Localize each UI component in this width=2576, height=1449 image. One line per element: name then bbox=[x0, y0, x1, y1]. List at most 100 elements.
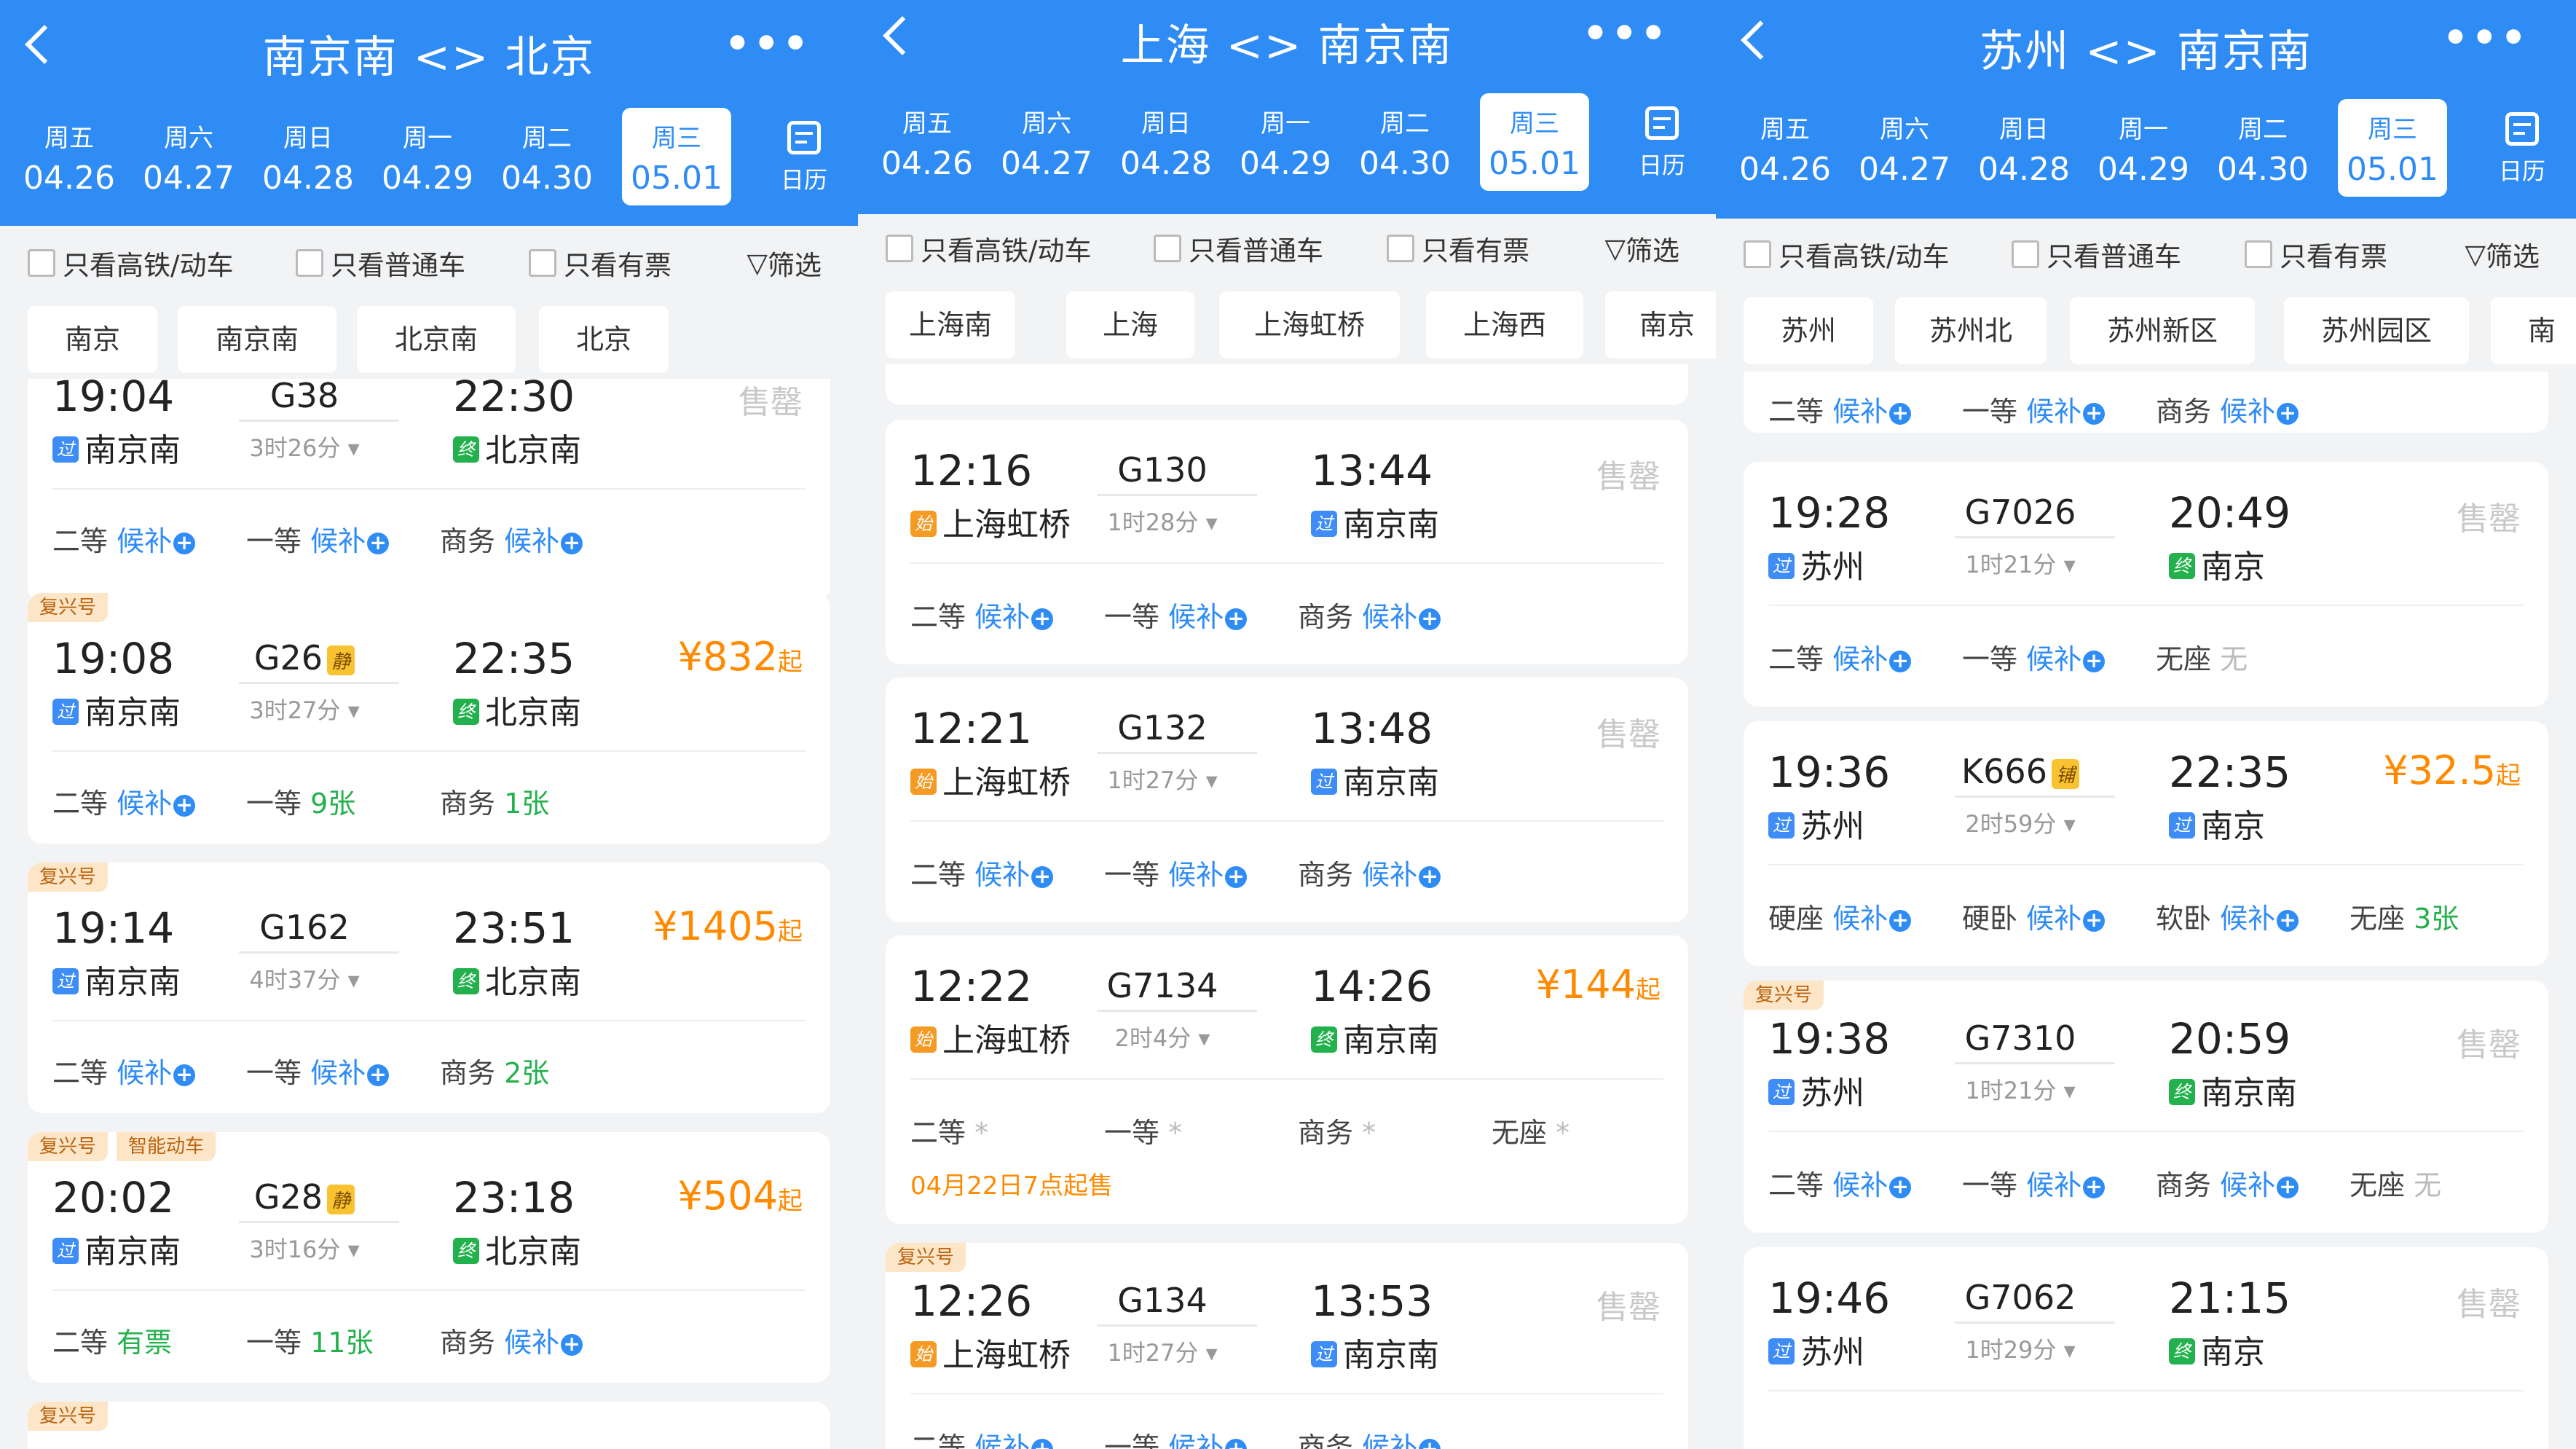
seat-class[interactable]: 二等 候补 + bbox=[52, 1051, 196, 1091]
date-tab[interactable]: 周六 04.27 bbox=[134, 108, 243, 205]
filter-normal-train-checkbox[interactable]: 只看普通车 bbox=[2012, 235, 2181, 274]
date-tab[interactable]: 周五 04.26 bbox=[15, 108, 124, 205]
train-card[interactable]: 12:21 G132 13:48 售罄 始上海虹桥 1时27分 ▾ 过南京南 二… bbox=[886, 678, 1688, 922]
seat-class[interactable]: 二等 候补 + bbox=[910, 594, 1054, 635]
seat-class[interactable]: 商务 1张 bbox=[440, 781, 549, 821]
seat-class[interactable]: 一等 * bbox=[1104, 1110, 1182, 1150]
seat-class[interactable]: 二等 候补 + bbox=[910, 852, 1054, 892]
seat-class[interactable]: 二等 * bbox=[910, 1110, 988, 1150]
more-icon[interactable]: ••• bbox=[1583, 10, 1669, 58]
date-tab-selected[interactable]: 周三 05.01 bbox=[622, 108, 731, 205]
seat-class[interactable]: 二等 候补 + bbox=[1768, 637, 1912, 677]
seat-class[interactable]: 二等 候补 + bbox=[1768, 1163, 1912, 1203]
seat-class[interactable]: 无座 无 bbox=[2156, 637, 2248, 677]
date-tab[interactable]: 周一 04.29 bbox=[2089, 99, 2198, 197]
seat-class[interactable]: 一等 候补 + bbox=[1962, 1163, 2106, 1203]
train-card[interactable]: 12:16 G130 13:44 售罄 始上海虹桥 1时28分 ▾ 过南京南 二… bbox=[886, 420, 1688, 664]
filter-normal-train-checkbox[interactable]: 只看普通车 bbox=[296, 243, 465, 283]
seat-class[interactable]: 二等 候补 + bbox=[910, 1425, 1054, 1449]
date-tab[interactable]: 周一 04.29 bbox=[373, 108, 482, 205]
station-chip[interactable]: 南京 bbox=[1605, 291, 1716, 358]
seat-class[interactable]: 硬卧 候补 + bbox=[1962, 896, 2106, 936]
more-icon[interactable]: ••• bbox=[2443, 15, 2529, 62]
seat-class[interactable]: 二等 候补 + bbox=[52, 519, 196, 559]
station-chip[interactable]: 上海西 bbox=[1426, 291, 1583, 358]
train-card[interactable]: 复兴号 19:38 G7310 20:59 售罄 过苏州 1时21分 ▾ 终南京… bbox=[1744, 981, 2548, 1233]
station-chip[interactable]: 苏州北 bbox=[1895, 297, 2047, 364]
train-card[interactable]: 二等 候补 + 一等 候补 + 商务 候补 + bbox=[1744, 372, 2548, 433]
filter-available-checkbox[interactable]: 只看有票 bbox=[1387, 229, 1529, 268]
station-chip[interactable]: 苏州新区 bbox=[2070, 297, 2255, 364]
seat-class[interactable]: 二等 候补 + bbox=[1768, 389, 1912, 429]
filter-normal-train-checkbox[interactable]: 只看普通车 bbox=[1154, 229, 1323, 268]
seat-class[interactable]: 硬座 候补 + bbox=[1768, 896, 1912, 936]
seat-class[interactable]: 一等 候补 + bbox=[1104, 852, 1248, 892]
seat-class[interactable]: 无座 3张 bbox=[2349, 896, 2459, 936]
seat-class[interactable]: 一等 候补 + bbox=[246, 519, 390, 559]
date-tab[interactable]: 周六 04.27 bbox=[1850, 99, 1959, 197]
train-card[interactable]: 19:28 G7026 20:49 售罄 过苏州 1时21分 ▾ 终南京 二等 … bbox=[1744, 462, 2548, 707]
filter-available-checkbox[interactable]: 只看有票 bbox=[2245, 235, 2387, 274]
seat-class[interactable]: 软卧 候补 + bbox=[2156, 896, 2299, 936]
train-card[interactable]: 19:36 K666 铺 22:35 ¥32.5起 过苏州 2时59分 ▾ 过南京… bbox=[1744, 721, 2548, 966]
date-tab[interactable]: 周六 04.27 bbox=[992, 93, 1101, 191]
date-tab[interactable]: 周二 04.30 bbox=[1350, 93, 1460, 191]
filter-high-speed-checkbox[interactable]: 只看高铁/动车 bbox=[1744, 235, 1949, 274]
seat-class[interactable]: 商务 2张 bbox=[440, 1051, 549, 1091]
seat-class[interactable]: 商务 候补 + bbox=[2156, 389, 2299, 429]
filter-available-checkbox[interactable]: 只看有票 bbox=[529, 243, 671, 283]
calendar-button[interactable]: 日历 bbox=[2486, 105, 2559, 186]
station-chip[interactable]: 南京 bbox=[28, 306, 157, 373]
seat-class[interactable]: 无座 * bbox=[1492, 1110, 1569, 1150]
station-chip[interactable]: 上海南 bbox=[886, 291, 1015, 358]
more-icon[interactable]: ••• bbox=[725, 20, 811, 68]
date-tab[interactable]: 周日 04.28 bbox=[253, 108, 363, 205]
calendar-button[interactable]: 日历 bbox=[1626, 99, 1698, 181]
seat-class[interactable]: 商务 候补 + bbox=[1298, 1425, 1441, 1449]
seat-class[interactable]: 一等 候补 + bbox=[1962, 389, 2106, 429]
train-card[interactable]: 19:46 G7062 21:15 售罄 过苏州 1时29分 ▾ 终南京 bbox=[1744, 1247, 2548, 1449]
date-tab[interactable]: 周二 04.30 bbox=[492, 108, 602, 205]
seat-class[interactable]: 商务 * bbox=[1298, 1110, 1376, 1150]
date-tab-selected[interactable]: 周三 05.01 bbox=[1480, 93, 1589, 191]
seat-class[interactable]: 商务 候补 + bbox=[1298, 852, 1441, 892]
date-tab[interactable]: 周五 04.26 bbox=[1730, 99, 1840, 197]
seat-class[interactable]: 一等 9张 bbox=[246, 781, 355, 821]
seat-class[interactable]: 二等 候补 + bbox=[52, 781, 196, 821]
filter-button[interactable]: ▽筛选 bbox=[1605, 229, 1679, 268]
filter-high-speed-checkbox[interactable]: 只看高铁/动车 bbox=[886, 229, 1091, 268]
station-chip[interactable]: 上海虹桥 bbox=[1219, 291, 1400, 358]
train-card[interactable]: 复兴号 12:26 G134 13:53 售罄 始上海虹桥 1时27分 ▾ 过南… bbox=[886, 1243, 1688, 1449]
train-card[interactable]: 复兴号 19:14 G162 23:51 ¥1405起 过南京南 4时37分 ▾… bbox=[28, 863, 830, 1113]
seat-class[interactable]: 一等 11张 bbox=[246, 1320, 373, 1360]
seat-class[interactable]: 商务 候补 + bbox=[1298, 594, 1441, 635]
seat-class[interactable]: 一等 候补 + bbox=[1104, 1425, 1248, 1449]
train-card[interactable]: 复兴号 智能动车 20:02 G28 静 23:18 ¥504起 过南京南 3时16… bbox=[28, 1132, 830, 1383]
filter-high-speed-checkbox[interactable]: 只看高铁/动车 bbox=[28, 243, 233, 283]
train-card[interactable]: 复兴号 bbox=[28, 1402, 830, 1449]
train-card[interactable] bbox=[886, 364, 1688, 405]
seat-class[interactable]: 商务 候补 + bbox=[440, 1320, 583, 1360]
seat-class[interactable]: 无座 无 bbox=[2349, 1163, 2441, 1203]
station-chip[interactable]: 北京南 bbox=[357, 306, 516, 373]
filter-button[interactable]: ▽筛选 bbox=[747, 243, 822, 283]
seat-class[interactable]: 一等 候补 + bbox=[1104, 594, 1248, 635]
train-card[interactable]: 19:04 G38 22:30 售罄 过南京南 3时26分 ▾ 终北京南 二等 … bbox=[28, 379, 830, 602]
station-chip[interactable]: 北京 bbox=[539, 306, 669, 373]
station-chip[interactable]: 苏州 bbox=[1744, 297, 1873, 364]
seat-class[interactable]: 二等 有票 bbox=[52, 1320, 172, 1360]
date-tab-selected[interactable]: 周三 05.01 bbox=[2338, 99, 2447, 197]
date-tab[interactable]: 周一 04.29 bbox=[1231, 93, 1340, 191]
date-tab[interactable]: 周日 04.28 bbox=[1111, 93, 1221, 191]
seat-class[interactable]: 一等 候补 + bbox=[246, 1051, 390, 1091]
station-chip[interactable]: 南 bbox=[2491, 297, 2576, 364]
filter-button[interactable]: ▽筛选 bbox=[2465, 235, 2540, 274]
calendar-button[interactable]: 日历 bbox=[768, 114, 840, 195]
seat-class[interactable]: 商务 候补 + bbox=[2156, 1163, 2299, 1203]
seat-class[interactable]: 商务 候补 + bbox=[440, 519, 583, 559]
train-card[interactable]: 12:22 G7134 14:26 ¥144起 始上海虹桥 2时4分 ▾ 终南京… bbox=[886, 935, 1688, 1224]
date-tab[interactable]: 周日 04.28 bbox=[1969, 99, 2079, 197]
date-tab[interactable]: 周五 04.26 bbox=[873, 93, 982, 191]
station-chip[interactable]: 南京南 bbox=[178, 306, 336, 373]
station-chip[interactable]: 苏州园区 bbox=[2284, 297, 2469, 364]
